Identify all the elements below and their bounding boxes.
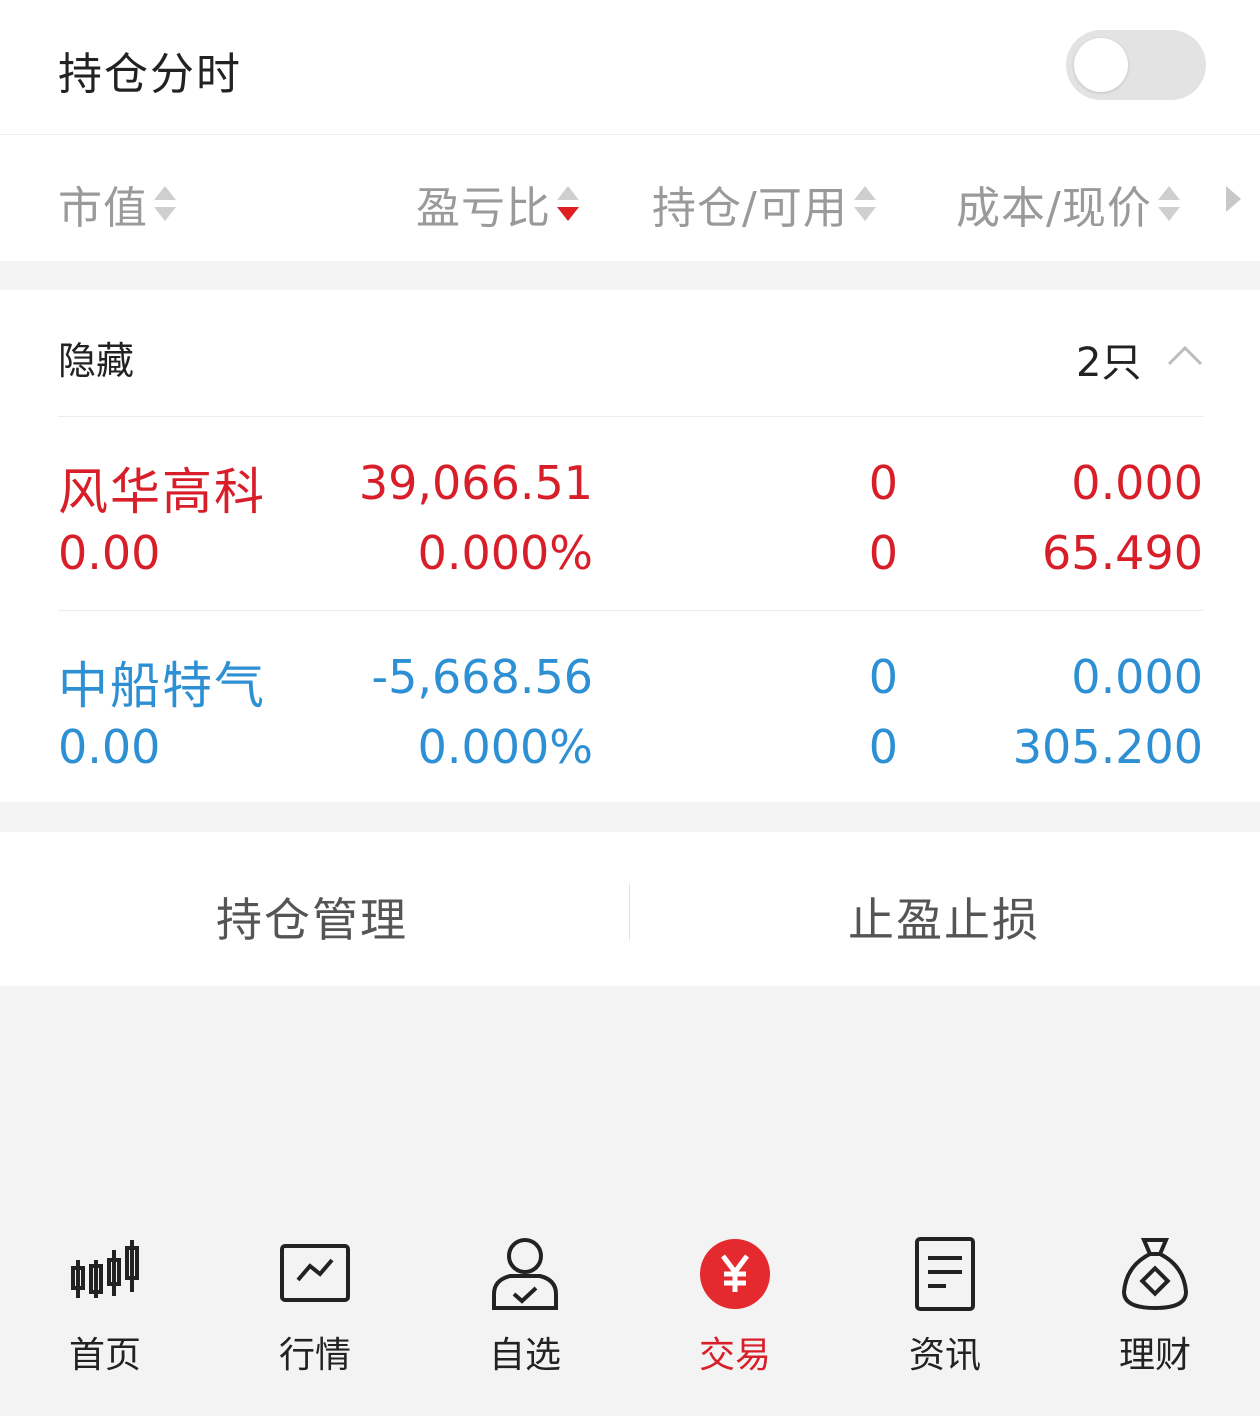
position: 0 bbox=[868, 456, 898, 510]
document-icon bbox=[915, 1237, 975, 1311]
toggle-knob bbox=[1074, 38, 1128, 92]
column-profit-ratio[interactable]: 盈亏比 bbox=[416, 172, 579, 236]
available: 0 bbox=[868, 720, 898, 774]
divider bbox=[58, 610, 1204, 611]
column-position-available[interactable]: 持仓/可用 bbox=[652, 172, 876, 236]
divider bbox=[58, 416, 1204, 417]
money-bag-icon bbox=[1121, 1238, 1189, 1311]
sort-icon bbox=[154, 182, 176, 226]
nav-label: 首页 bbox=[68, 1335, 141, 1376]
profit-loss: 0.00 bbox=[58, 526, 161, 580]
column-label: 持仓/可用 bbox=[652, 183, 848, 234]
sort-desc-icon bbox=[557, 182, 579, 226]
intraday-toggle[interactable] bbox=[1066, 30, 1206, 100]
page-title: 持仓分时 bbox=[58, 49, 242, 100]
column-cost-price[interactable]: 成本/现价 bbox=[956, 172, 1180, 236]
chevron-up-icon[interactable] bbox=[1166, 338, 1204, 376]
divider bbox=[629, 884, 630, 940]
nav-label: 理财 bbox=[1118, 1335, 1191, 1376]
user-check-icon bbox=[492, 1238, 558, 1310]
chart-icon bbox=[280, 1244, 350, 1302]
profit-ratio: 0.000% bbox=[417, 526, 593, 580]
nav-label: 自选 bbox=[488, 1335, 561, 1376]
nav-label: 行情 bbox=[278, 1335, 351, 1376]
stop-profit-loss-button[interactable]: 止盈止损 bbox=[848, 884, 1040, 950]
column-market-value[interactable]: 市值 bbox=[58, 172, 176, 236]
profit-loss: 0.00 bbox=[58, 720, 161, 774]
scroll-right-icon[interactable] bbox=[1226, 186, 1241, 212]
sort-icon bbox=[853, 182, 876, 226]
action-bar bbox=[0, 832, 1260, 986]
position: 0 bbox=[868, 650, 898, 704]
profit-ratio: 0.000% bbox=[417, 720, 593, 774]
candlestick-icon bbox=[71, 1240, 139, 1298]
stock-name: 中船特气 bbox=[58, 657, 266, 715]
group-label: 隐藏 bbox=[58, 339, 135, 383]
available: 0 bbox=[868, 526, 898, 580]
current-price: 65.490 bbox=[1042, 526, 1203, 580]
current-price: 305.200 bbox=[1012, 720, 1203, 774]
column-label: 成本/现价 bbox=[956, 183, 1152, 234]
top-bar: 持仓分时 bbox=[0, 0, 1260, 135]
cost: 0.000 bbox=[1071, 456, 1203, 510]
cost: 0.000 bbox=[1071, 650, 1203, 704]
nav-label: 交易 bbox=[698, 1335, 771, 1376]
sort-icon bbox=[1157, 182, 1180, 226]
market-value: 39,066.51 bbox=[358, 456, 593, 510]
yuan-icon bbox=[700, 1239, 770, 1309]
position-manage-button[interactable]: 持仓管理 bbox=[216, 884, 408, 950]
stock-name: 风华高科 bbox=[58, 463, 266, 521]
column-label: 盈亏比 bbox=[416, 183, 551, 234]
group-count: 2只 bbox=[1076, 340, 1142, 386]
column-label: 市值 bbox=[58, 183, 148, 234]
market-value: -5,668.56 bbox=[371, 650, 593, 704]
nav-label: 资讯 bbox=[908, 1335, 981, 1376]
